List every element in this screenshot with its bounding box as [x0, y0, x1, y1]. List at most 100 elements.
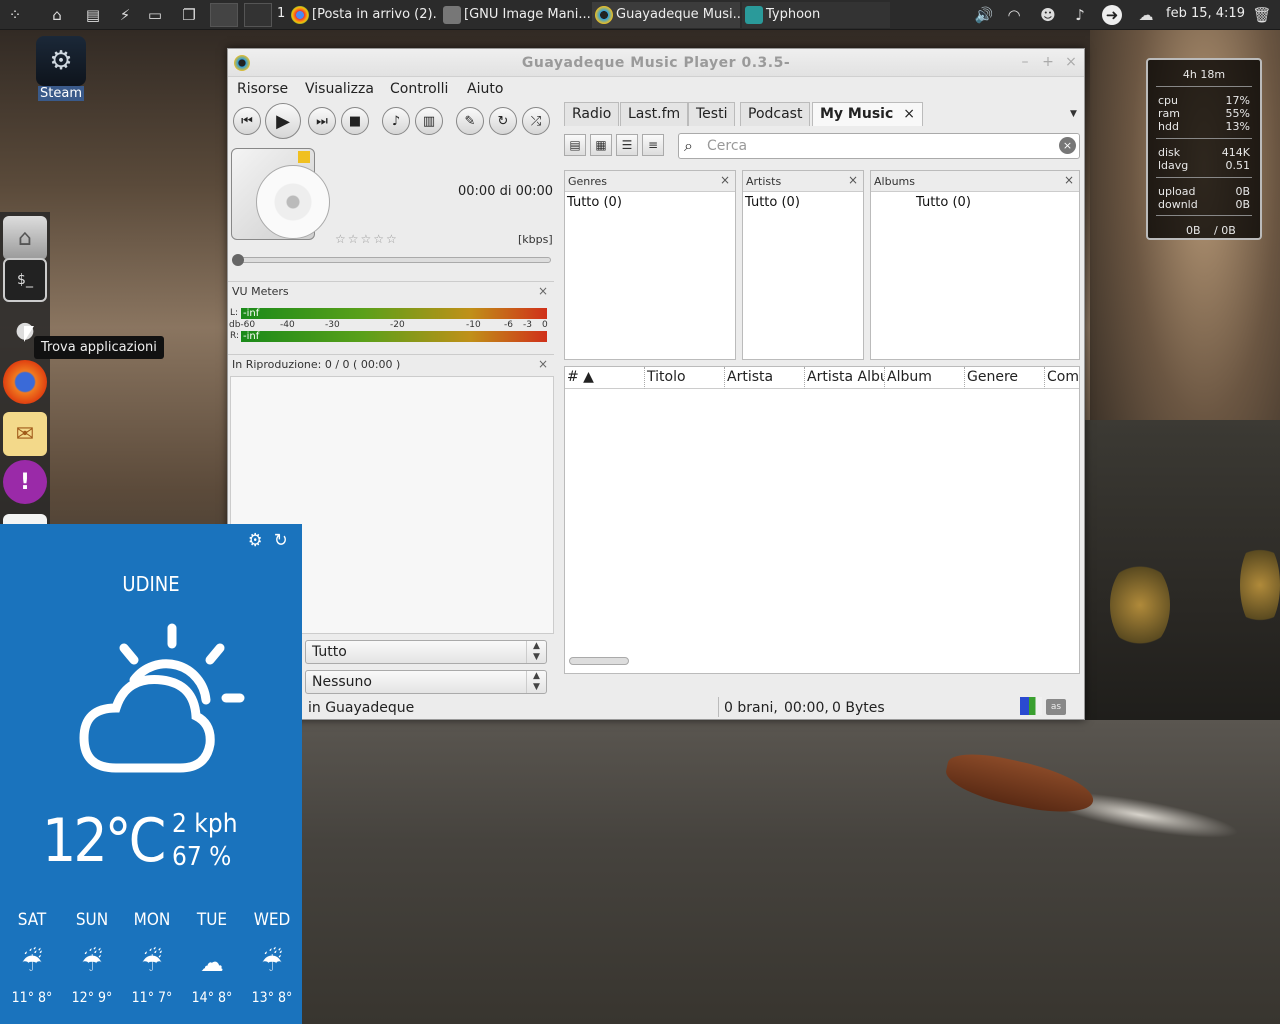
tab-lastfm[interactable]: Last.fm — [620, 102, 689, 126]
mail-icon[interactable]: ✉ — [3, 412, 47, 456]
rain-icon: ☔ — [21, 948, 43, 978]
songs-list[interactable]: # ▲ Titolo Artista Artista Album Album G… — [564, 366, 1080, 674]
cpu-label: cpu — [1158, 94, 1179, 107]
vu-scale-tick: -20 — [390, 320, 405, 330]
forecast-temps: 11° 7° — [131, 990, 173, 1006]
close-vu-icon[interactable]: × — [538, 284, 548, 298]
vu-scale-tick: -3 — [523, 320, 532, 330]
tab-my-music[interactable]: My Music × — [812, 102, 923, 126]
tab-radio[interactable]: Radio — [564, 102, 620, 126]
rain-icon: ☔ — [81, 948, 103, 978]
play-button[interactable]: ▶ — [265, 103, 301, 139]
mood-icon[interactable] — [1020, 697, 1042, 715]
column-genre[interactable]: Genere — [965, 367, 1045, 389]
user-icon[interactable]: ☻ — [1038, 5, 1058, 25]
pidgin-icon[interactable]: ! — [3, 460, 47, 504]
equalizer-button[interactable]: ▥ — [415, 107, 443, 135]
next-button[interactable]: ⏭ — [308, 107, 336, 135]
close-artists-icon[interactable]: × — [848, 173, 858, 187]
rating-stars[interactable]: ☆☆☆☆☆ — [335, 232, 399, 246]
close-tab-icon[interactable]: × — [903, 106, 915, 122]
column-artist[interactable]: Artista — [725, 367, 805, 389]
close-genres-icon[interactable]: × — [720, 173, 730, 187]
column-number[interactable]: # ▲ — [565, 367, 645, 389]
network-icon[interactable]: ➜ — [1102, 5, 1122, 25]
show-desktop-icon[interactable]: ▭ — [146, 6, 164, 24]
column-album[interactable]: Album — [885, 367, 965, 389]
files-icon[interactable]: ▤ — [84, 6, 102, 24]
divider — [1156, 86, 1252, 87]
maximize-button[interactable]: + — [1040, 54, 1056, 70]
menu-aiuto[interactable]: Aiuto — [467, 81, 503, 97]
minimize-button[interactable]: – — [1017, 54, 1033, 70]
close-button[interactable]: × — [1063, 54, 1079, 70]
column-album-artist[interactable]: Artista Album — [805, 367, 885, 389]
task-guayadeque[interactable]: Guayadeque Musi... — [592, 2, 740, 28]
view-details-icon[interactable]: ≡ — [642, 134, 664, 156]
weather-tray-icon[interactable]: ☁ — [1136, 5, 1156, 25]
shuffle-button[interactable]: ⤮ — [522, 107, 550, 135]
playlist-filter-select[interactable]: Tutto ▲ ▼ — [305, 640, 547, 664]
artists-item[interactable]: Tutto (0) — [743, 192, 863, 213]
lastfm-badge[interactable]: as — [1046, 699, 1066, 715]
task-typhoon[interactable]: Typhoon — [742, 2, 890, 28]
column-title[interactable]: Titolo — [645, 367, 725, 389]
task-label: Typhoon — [766, 7, 821, 22]
home-folder-icon[interactable]: ⌂ — [3, 216, 47, 260]
album-cover[interactable] — [231, 148, 330, 240]
firefox-icon[interactable] — [3, 360, 47, 404]
tab-podcast[interactable]: Podcast — [740, 102, 811, 126]
time-display[interactable]: 00:00 di 00:00 — [458, 184, 553, 199]
menu-controlli[interactable]: Controlli — [390, 81, 448, 97]
view-list-icon[interactable]: ▤ — [564, 134, 586, 156]
trash-icon[interactable]: 🗑 — [1252, 5, 1272, 25]
menu-risorse[interactable]: Risorse — [237, 81, 288, 97]
albums-item[interactable]: Tutto (0) — [871, 192, 1079, 213]
search-field[interactable]: ⌕ Cerca × — [678, 133, 1080, 159]
close-albums-icon[interactable]: × — [1064, 173, 1074, 187]
tab-testi[interactable]: Testi — [688, 102, 736, 126]
terminal-icon[interactable]: $_ — [3, 258, 47, 302]
titlebar[interactable]: Guayadeque Music Player 0.3.5- – + × — [228, 49, 1084, 77]
previous-button[interactable]: ⏮ — [233, 107, 261, 135]
tabs-menu-icon[interactable]: ▼ — [1070, 109, 1077, 119]
guayadeque-window: Guayadeque Music Player 0.3.5- – + × Ris… — [227, 48, 1085, 720]
view-tree-icon[interactable]: ☰ — [616, 134, 638, 156]
ldavg-label: ldavg — [1158, 159, 1189, 172]
refresh-icon[interactable]: ↻ — [274, 530, 288, 551]
seek-knob[interactable] — [232, 254, 244, 266]
menu-dots-icon[interactable]: ⁘ — [6, 6, 24, 24]
clear-search-icon[interactable]: × — [1059, 137, 1076, 154]
workspace-1[interactable] — [210, 3, 238, 27]
now-playing-header: In Riproduzione: 0 / 0 ( 00:00 ) × — [228, 354, 554, 374]
volume-button[interactable]: ♪ — [382, 107, 410, 135]
volume-icon[interactable]: 🔊 — [974, 5, 994, 25]
seek-bar[interactable] — [232, 254, 551, 266]
run-icon[interactable]: ⚡ — [116, 6, 134, 24]
menu-visualizza[interactable]: Visualizza — [305, 81, 374, 97]
menubar: Risorse Visualizza Controlli Aiuto — [228, 78, 1084, 102]
task-gmail[interactable]: [Posta in arrivo (2)... — [288, 2, 438, 28]
clock[interactable]: feb 15, 4:19 — [1166, 6, 1245, 21]
stop-button[interactable]: ■ — [341, 107, 369, 135]
humidity: 67 % — [172, 842, 232, 872]
close-playlist-icon[interactable]: × — [538, 357, 548, 371]
workspace-2[interactable] — [244, 3, 272, 27]
task-gimp[interactable]: [GNU Image Mani... — [440, 2, 590, 28]
smart-play-button[interactable]: ✎ — [456, 107, 484, 135]
wifi-icon[interactable]: ◠ — [1004, 5, 1024, 25]
vu-scale-tick: 0 — [542, 320, 548, 330]
gear-icon[interactable]: ⚙ — [248, 530, 263, 551]
windows-icon[interactable]: ❐ — [180, 6, 198, 24]
view-grid-icon[interactable]: ▦ — [590, 134, 612, 156]
column-composer[interactable]: Compositore — [1045, 367, 1079, 389]
status-time: 00:00, — [784, 700, 829, 716]
repeat-button[interactable]: ↻ — [489, 107, 517, 135]
home-folder-icon[interactable]: ⌂ — [48, 6, 66, 24]
horizontal-scrollbar[interactable] — [569, 657, 629, 665]
genres-item[interactable]: Tutto (0) — [565, 192, 735, 213]
steam-icon[interactable]: ⚙ — [36, 36, 86, 86]
guayadeque-tray-icon[interactable]: ♪ — [1070, 5, 1090, 25]
playlist-mode-select[interactable]: Nessuno ▲ ▼ — [305, 670, 547, 694]
steam-label[interactable]: Steam — [38, 86, 84, 101]
